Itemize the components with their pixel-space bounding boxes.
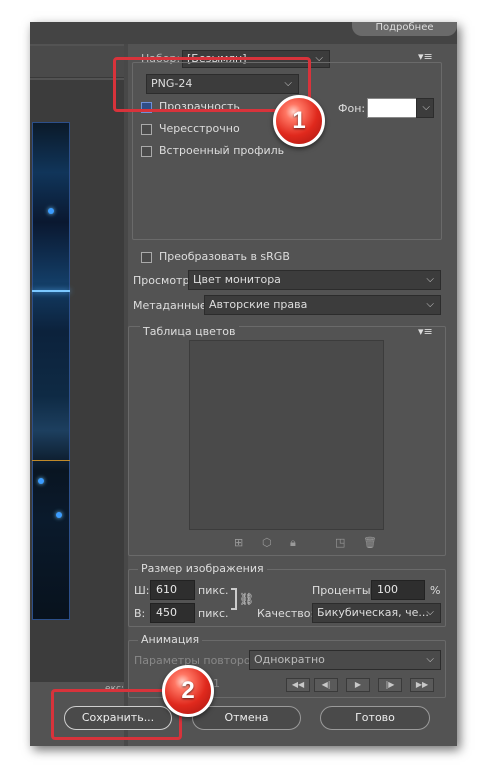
preview-mode-value: Цвет монитора bbox=[193, 273, 281, 286]
preview-bokeh-dot bbox=[56, 512, 62, 518]
loop-options-value: Однократно bbox=[254, 653, 325, 666]
loop-options-select[interactable]: Однократно ⌵ bbox=[249, 650, 441, 670]
preview-mode-select[interactable]: Цвет монитора ⌵ bbox=[188, 270, 441, 290]
matte-label: Фон: bbox=[338, 102, 366, 115]
chevron-down-icon: ⌵ bbox=[426, 654, 434, 665]
trash-icon[interactable]: 🗑︎ bbox=[363, 536, 377, 549]
preview-light-streak bbox=[32, 290, 70, 292]
first-frame-icon[interactable]: ◀◀ bbox=[286, 678, 310, 692]
quality-select[interactable]: Бикубическая, че... ⌵ bbox=[312, 603, 441, 623]
convert-srgb-checkbox[interactable] bbox=[141, 252, 152, 263]
lock-color-icon[interactable]: 🔒︎ bbox=[290, 536, 296, 550]
color-table-menu-icon[interactable]: ▾≡ bbox=[418, 325, 433, 338]
embed-profile-checkbox[interactable] bbox=[141, 146, 152, 157]
loop-options-label: Параметры повторов: bbox=[134, 654, 261, 667]
web-snap-icon[interactable]: ⬡ bbox=[262, 536, 272, 549]
preview-orange-line bbox=[32, 460, 70, 461]
matte-color-swatch[interactable] bbox=[367, 98, 417, 118]
metadata-select[interactable]: Авторские права ⌵ bbox=[204, 295, 441, 315]
constrain-bracket bbox=[231, 588, 237, 610]
height-input[interactable]: 450 bbox=[150, 603, 195, 623]
chevron-down-icon: ⌵ bbox=[426, 299, 434, 310]
quality-label: Качество: bbox=[257, 607, 315, 620]
width-unit: пикс. bbox=[198, 584, 229, 597]
animation-title: Анимация bbox=[138, 633, 203, 646]
map-transparent-icon[interactable]: ⊞ bbox=[234, 536, 243, 549]
metadata-value: Авторские права bbox=[209, 298, 308, 311]
new-color-icon[interactable]: ◳ bbox=[335, 536, 345, 549]
interlaced-checkbox[interactable] bbox=[141, 124, 152, 135]
cancel-button[interactable]: Отмена bbox=[192, 706, 301, 730]
save-for-web-dialog: Подробнее екс: Набор: [Безымян] ⌵ ▾≡ PNG… bbox=[30, 22, 457, 746]
chevron-down-icon: ⌵ bbox=[422, 102, 430, 113]
last-frame-icon[interactable]: ▶▶ bbox=[410, 678, 434, 692]
preview-tabs-area bbox=[30, 46, 124, 78]
height-label: В: bbox=[134, 607, 146, 620]
interlaced-label: Чересстрочно bbox=[159, 122, 240, 135]
chevron-down-icon: ⌵ bbox=[426, 607, 434, 618]
percent-input[interactable]: 100 bbox=[371, 580, 425, 600]
width-label: Ш: bbox=[134, 584, 150, 597]
image-preview[interactable] bbox=[30, 80, 124, 682]
width-input[interactable]: 610 bbox=[150, 580, 195, 600]
height-unit: пикс. bbox=[198, 607, 229, 620]
preview-bokeh-dot bbox=[38, 478, 44, 484]
details-button[interactable]: Подробнее bbox=[352, 22, 457, 36]
color-table-swatches[interactable] bbox=[189, 340, 384, 530]
preview-image bbox=[32, 122, 70, 620]
done-button[interactable]: Готово bbox=[320, 706, 430, 730]
chevron-down-icon: ⌵ bbox=[426, 274, 434, 285]
quality-value: Бикубическая, че... bbox=[317, 606, 429, 619]
percent-label: Проценты: bbox=[312, 584, 375, 597]
embed-profile-label: Встроенный профиль bbox=[159, 144, 285, 157]
callout-badge-2: 2 bbox=[162, 665, 214, 717]
matte-dropdown[interactable]: ⌵ bbox=[416, 98, 434, 118]
percent-unit: % bbox=[430, 584, 441, 597]
convert-srgb-label: Преобразовать в sRGB bbox=[159, 250, 290, 263]
previous-frame-icon[interactable]: ◀| bbox=[314, 678, 338, 692]
preview-bokeh-dot bbox=[48, 208, 54, 214]
frame-counter: 1 bbox=[213, 677, 220, 690]
play-icon[interactable]: ▶ bbox=[346, 678, 370, 692]
next-frame-icon[interactable]: |▶ bbox=[378, 678, 402, 692]
metadata-label: Метаданные: bbox=[133, 299, 211, 312]
image-size-title: Размер изображения bbox=[138, 562, 267, 575]
link-icon[interactable]: ⛓︎ bbox=[239, 592, 254, 606]
preview-mode-label: Просмотр: bbox=[133, 274, 194, 287]
color-table-title: Таблица цветов bbox=[140, 325, 239, 338]
callout-badge-1: 1 bbox=[273, 95, 325, 147]
